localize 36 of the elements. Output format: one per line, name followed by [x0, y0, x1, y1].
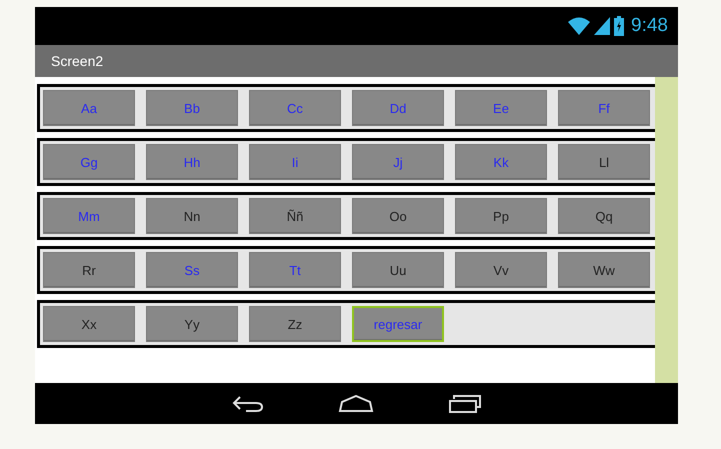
letter-button[interactable]: Xx — [43, 306, 135, 342]
clock-time: 9:48 — [631, 15, 668, 37]
letter-button[interactable]: Nn — [146, 198, 238, 234]
letter-button[interactable]: Ww — [558, 252, 650, 288]
battery-icon — [614, 16, 624, 36]
recent-apps-icon[interactable] — [448, 394, 482, 412]
letter-button[interactable]: Ii — [249, 144, 341, 180]
letter-button[interactable]: Ll — [558, 144, 650, 180]
letter-button[interactable]: Ff — [558, 90, 650, 126]
home-icon[interactable] — [338, 394, 374, 412]
letter-button[interactable]: Qq — [558, 198, 650, 234]
letter-button[interactable]: Mm — [43, 198, 135, 234]
letter-button[interactable]: Cc — [249, 90, 341, 126]
letter-button[interactable]: Jj — [352, 144, 444, 180]
letter-button[interactable]: Kk — [455, 144, 547, 180]
letter-button[interactable]: Aa — [43, 90, 135, 126]
letter-button[interactable]: Uu — [352, 252, 444, 288]
letter-button[interactable]: Ññ — [249, 198, 341, 234]
back-icon[interactable] — [232, 394, 264, 412]
letter-button[interactable]: Vv — [455, 252, 547, 288]
letter-button[interactable]: Ee — [455, 90, 547, 126]
wifi-icon — [568, 17, 590, 35]
letter-button[interactable]: Bb — [146, 90, 238, 126]
signal-icon — [594, 17, 610, 35]
letter-button[interactable]: Dd — [352, 90, 444, 126]
letter-button[interactable]: Zz — [249, 306, 341, 342]
letter-button[interactable]: regresar — [352, 306, 444, 342]
letter-button[interactable]: Tt — [249, 252, 341, 288]
letter-button[interactable]: Hh — [146, 144, 238, 180]
letter-button[interactable]: Rr — [43, 252, 135, 288]
letter-button[interactable]: Pp — [455, 198, 547, 234]
letter-button[interactable]: Ss — [146, 252, 238, 288]
letter-button[interactable]: Oo — [352, 198, 444, 234]
letter-button[interactable]: Gg — [43, 144, 135, 180]
screen-title: Screen2 — [51, 53, 104, 69]
letter-button[interactable]: Yy — [146, 306, 238, 342]
